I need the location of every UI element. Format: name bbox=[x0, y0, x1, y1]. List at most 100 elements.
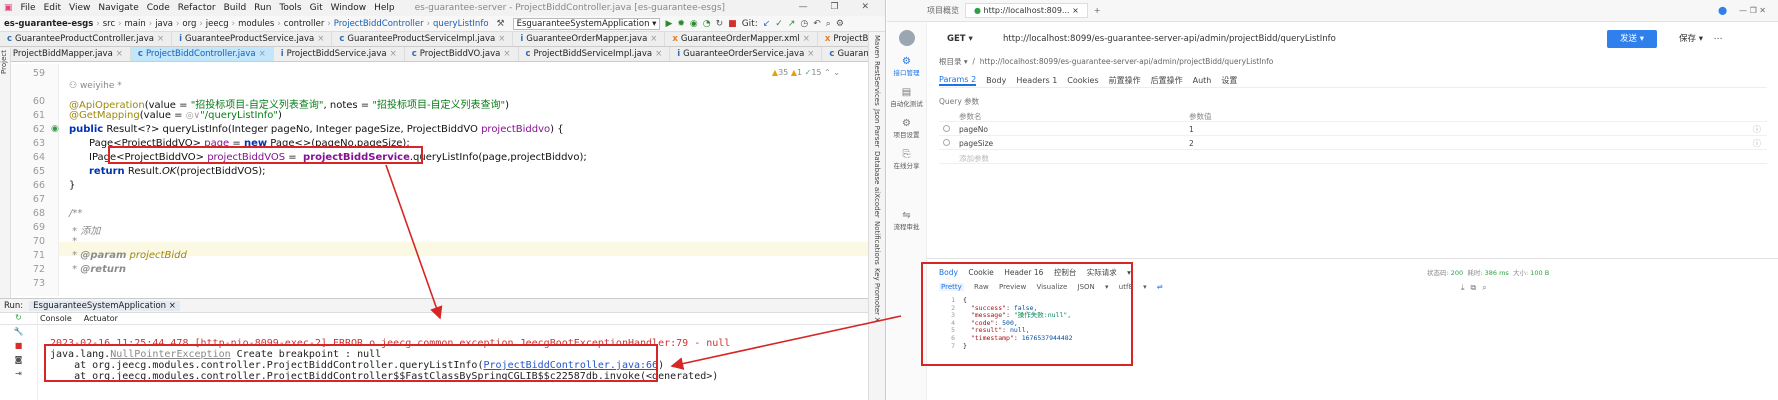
inspection-widget[interactable]: ▲35 ▲1 ✓15 ⌃ ⌄ bbox=[772, 68, 840, 77]
tab-console[interactable]: Console bbox=[40, 314, 72, 323]
save-button[interactable]: 保存 ▾ ⋯ bbox=[1679, 32, 1722, 44]
profile-icon[interactable]: ◔ bbox=[703, 19, 711, 29]
tab-auth[interactable]: Auth bbox=[1193, 76, 1212, 85]
rerun-icon[interactable]: ↻ bbox=[716, 19, 724, 29]
info-icon[interactable]: ⓘ bbox=[1753, 138, 1761, 149]
sidebar-item-interfaces[interactable]: ⚙ 接口管理 bbox=[887, 56, 926, 77]
json-parser-tool-button[interactable]: Json Parser bbox=[873, 109, 881, 148]
tab-cookies[interactable]: Cookies bbox=[1067, 76, 1098, 85]
tab-project-bidd-service[interactable]: i ProjectBiddService.java × bbox=[274, 47, 405, 61]
breadcrumb-org[interactable]: org bbox=[182, 19, 196, 29]
tab-guarantee-order-service[interactable]: i GuaranteeOrderService.java × bbox=[670, 47, 823, 61]
wrap-icon[interactable]: ⇌ bbox=[1157, 283, 1163, 291]
git-commit-icon[interactable]: ✓ bbox=[775, 19, 783, 29]
aixcoder-tool-button[interactable]: aiXcoder bbox=[873, 187, 881, 218]
tab-post-actions[interactable]: 后置操作 bbox=[1151, 75, 1183, 86]
breadcrumb-controller[interactable]: controller bbox=[284, 19, 325, 29]
coverage-icon[interactable]: ◉ bbox=[690, 19, 698, 29]
git-update-icon[interactable]: ↙ bbox=[763, 19, 771, 29]
breadcrumb-class[interactable]: ProjectBiddController bbox=[334, 19, 424, 29]
tab-guarantee-product-service-impl[interactable]: c GuaranteeProductServiceImpl.java × bbox=[332, 32, 514, 46]
camera-icon[interactable]: ◙ bbox=[0, 355, 37, 369]
menu-view[interactable]: View bbox=[69, 3, 90, 13]
breadcrumb-jeecg[interactable]: jeecg bbox=[206, 19, 229, 29]
param-row[interactable]: pageNo 1 ⓘ bbox=[939, 122, 1767, 136]
history-icon[interactable]: ◷ bbox=[800, 19, 808, 29]
tab-project-bidd-mapper[interactable]: iProjectBiddMapper.java× bbox=[0, 47, 131, 61]
tab-project-bidd-vo[interactable]: c ProjectBiddVO.java × bbox=[405, 47, 519, 61]
breadcrumb-project[interactable]: es-guarantee-esgs bbox=[4, 19, 93, 29]
code-line-69[interactable]: * 添加 bbox=[69, 222, 100, 237]
menu-git[interactable]: Git bbox=[310, 3, 323, 13]
info-icon[interactable]: ⓘ bbox=[1753, 124, 1761, 135]
breadcrumb-modules[interactable]: modules bbox=[238, 19, 274, 29]
menu-window[interactable]: Window bbox=[331, 3, 367, 13]
param-checkbox[interactable] bbox=[943, 139, 950, 146]
send-button[interactable]: 发送 ▾ bbox=[1607, 30, 1657, 48]
tab-project-bidd-controller[interactable]: c ProjectBiddController.java × bbox=[130, 47, 274, 61]
sidebar-item-autotest[interactable]: ▤ 自动化测试 bbox=[887, 87, 926, 108]
copy-icon[interactable]: ⧉ bbox=[1471, 283, 1483, 292]
sidebar-item-approval[interactable]: ⇋ 流程审批 bbox=[887, 210, 926, 231]
debug-icon[interactable]: ✹ bbox=[677, 19, 685, 29]
search-icon[interactable]: ⌕ bbox=[826, 19, 831, 29]
code-line-65[interactable]: return Result.OK(projectBiddVOS); bbox=[89, 166, 265, 177]
menu-edit[interactable]: Edit bbox=[44, 3, 61, 13]
menu-code[interactable]: Code bbox=[147, 3, 170, 13]
param-row[interactable]: pageSize 2 ⓘ bbox=[939, 136, 1767, 150]
param-checkbox[interactable] bbox=[943, 125, 950, 132]
tab-guarantee-product-controller[interactable]: c GuaranteeProductController.java × bbox=[0, 32, 173, 46]
rollback-icon[interactable]: ↶ bbox=[813, 19, 821, 29]
project-overview-tab[interactable]: 项目概览 bbox=[927, 5, 959, 16]
code-line-71[interactable]: * @param projectBidd bbox=[69, 250, 187, 261]
menu-tools[interactable]: Tools bbox=[279, 3, 301, 13]
run-config-select[interactable]: EsguaranteeSystemApplication ▾ bbox=[512, 17, 661, 30]
run-config-tab[interactable]: EsguaranteeSystemApplication × bbox=[29, 300, 180, 311]
param-value[interactable]: 1 bbox=[1189, 125, 1194, 134]
param-key[interactable]: pageNo bbox=[959, 125, 988, 134]
settings-icon[interactable]: ⚙ bbox=[836, 19, 844, 29]
maven-tool-button[interactable]: Maven bbox=[873, 35, 881, 58]
git-push-icon[interactable]: ↗ bbox=[788, 19, 796, 29]
add-tab-button[interactable]: + bbox=[1094, 6, 1101, 15]
rest-services-tool-button[interactable]: RestServices bbox=[873, 61, 881, 106]
breadcrumb-src[interactable]: src bbox=[103, 19, 115, 29]
code-line-62[interactable]: public Result<?> queryListInfo(Integer p… bbox=[69, 124, 564, 135]
param-value[interactable]: 2 bbox=[1189, 139, 1194, 148]
menu-refactor[interactable]: Refactor bbox=[178, 3, 216, 13]
exit-icon[interactable]: ⇥ bbox=[0, 369, 37, 383]
tab-project-bidd-service-impl[interactable]: c ProjectBiddServiceImpl.java × bbox=[519, 47, 671, 61]
breadcrumb-method[interactable]: queryListInfo bbox=[433, 19, 488, 29]
code-editor[interactable]: ▲35 ▲1 ✓15 ⌃ ⌄ 59 ⚇ weiyihe * 60 @ApiOpe… bbox=[11, 64, 868, 296]
avatar[interactable] bbox=[898, 30, 915, 46]
run-icon[interactable]: ▶ bbox=[665, 19, 672, 29]
add-param-row[interactable]: 添加参数 bbox=[939, 150, 1767, 164]
url-input[interactable]: http://localhost:8099/es-guarantee-serve… bbox=[995, 28, 1605, 50]
window-controls[interactable]: — ❐ ✕ bbox=[1739, 6, 1766, 15]
tab-actuator[interactable]: Actuator bbox=[84, 314, 118, 323]
menu-help[interactable]: Help bbox=[374, 3, 395, 13]
code-line-68[interactable]: /** bbox=[69, 208, 82, 219]
code-line-66[interactable]: } bbox=[69, 180, 75, 191]
breadcrumb-java[interactable]: java bbox=[155, 19, 173, 29]
run-gutter-icon[interactable]: ◉ bbox=[51, 124, 59, 134]
stop-icon[interactable]: ■ bbox=[0, 341, 37, 355]
breadcrumb-main[interactable]: main bbox=[125, 19, 146, 29]
tab-guarantee-product-service[interactable]: i GuaranteeProductService.java × bbox=[172, 32, 333, 46]
request-tab[interactable]: ● http://localhost:809... × bbox=[965, 3, 1088, 18]
search-icon[interactable]: ⌕ bbox=[1482, 283, 1492, 292]
window-controls[interactable]: — ❐ ✕ bbox=[799, 2, 879, 12]
app-icon[interactable]: ▣ bbox=[4, 3, 13, 13]
hammer-icon[interactable]: ⚒ bbox=[497, 19, 505, 29]
code-line-70[interactable]: * bbox=[69, 236, 77, 247]
tab-body[interactable]: Body bbox=[986, 76, 1006, 85]
database-tool-button[interactable]: Database bbox=[873, 151, 881, 184]
tab-guarantee-order-mapper[interactable]: i GuaranteeOrderMapper.java × bbox=[513, 32, 666, 46]
tab-settings[interactable]: 设置 bbox=[1221, 75, 1237, 86]
sidebar-item-share[interactable]: ⎘ 在线分享 bbox=[887, 149, 926, 170]
wrench-icon[interactable]: 🔧 bbox=[0, 327, 37, 341]
code-line-72[interactable]: * @return bbox=[69, 264, 126, 275]
menu-navigate[interactable]: Navigate bbox=[98, 3, 138, 13]
menu-file[interactable]: File bbox=[21, 3, 36, 13]
tab-guarantee-order-mapper-xml[interactable]: x GuaranteeOrderMapper.xml × bbox=[665, 32, 818, 46]
